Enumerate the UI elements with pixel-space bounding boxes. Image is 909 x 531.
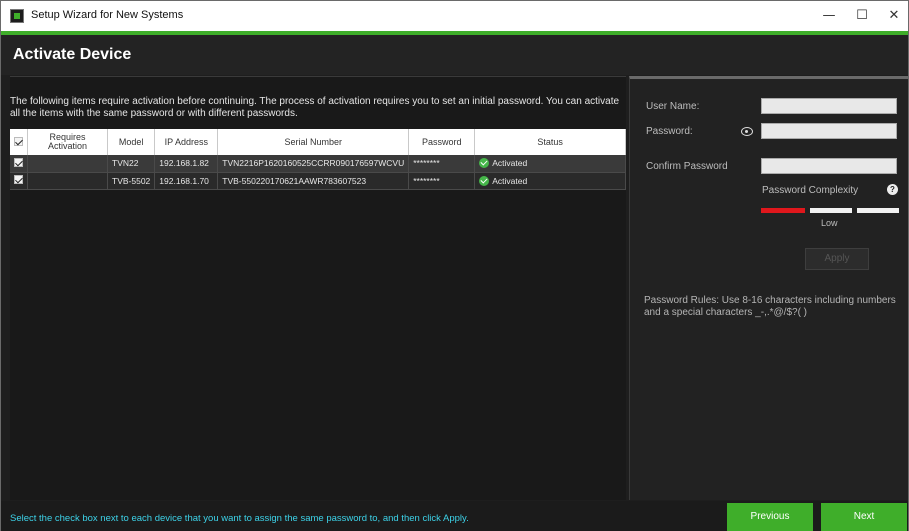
page-header: Activate Device	[1, 35, 908, 75]
status-text: Activated	[492, 175, 528, 186]
requires-activation-cell	[27, 155, 108, 173]
row-checkbox[interactable]	[14, 157, 23, 167]
row-checkbox-cell[interactable]	[10, 155, 28, 173]
confirm-password-label: Confirm Password	[646, 161, 728, 172]
status-text: Activated	[492, 158, 528, 169]
password-complexity-label: Password Complexity	[762, 185, 859, 196]
column-header[interactable]: Status	[474, 129, 626, 155]
column-header[interactable]: Serial Number	[217, 129, 410, 155]
password-label: Password:	[646, 126, 693, 137]
status-cell: Activated	[474, 155, 626, 173]
password-rules-text: Password Rules: Use 8-16 characters incl…	[644, 295, 896, 318]
previous-button[interactable]: Previous	[727, 503, 813, 531]
footer-hint: Select the check box next to each device…	[10, 513, 469, 524]
check-circle-icon	[479, 158, 490, 169]
apply-button[interactable]: Apply	[805, 248, 869, 270]
requires-activation-cell	[27, 172, 108, 190]
next-button[interactable]: Next	[821, 503, 907, 531]
column-header[interactable]: Model	[107, 129, 156, 155]
complexity-value: Low	[821, 218, 838, 228]
table-row[interactable]: TVB-5502 192.168.1.70 TVB-550220170621AA…	[10, 172, 626, 190]
username-field[interactable]	[761, 98, 897, 114]
model-cell: TVB-5502	[107, 172, 156, 190]
password-field[interactable]	[761, 123, 897, 139]
serial-cell: TVN2216P1620160525CCRR090176597WCVU	[217, 155, 410, 173]
window-title: Setup Wizard for New Systems	[31, 9, 184, 21]
page-title: Activate Device	[13, 46, 132, 63]
ip-cell: 192.168.1.82	[154, 155, 219, 173]
ip-cell: 192.168.1.70	[154, 172, 219, 190]
select-all-header[interactable]	[10, 129, 28, 155]
status-cell: Activated	[474, 172, 626, 190]
confirm-password-field[interactable]	[761, 158, 897, 174]
row-checkbox-cell[interactable]	[10, 172, 28, 190]
model-cell: TVN22	[107, 155, 156, 173]
serial-cell: TVB-550220170621AAWR783607523	[217, 172, 410, 190]
check-circle-icon	[479, 175, 490, 186]
row-checkbox[interactable]	[14, 175, 23, 184]
eye-icon[interactable]	[741, 127, 753, 136]
password-cell[interactable]: ********	[408, 155, 476, 173]
complexity-bar-high	[857, 208, 899, 213]
device-table: Requires Activation Model IP Address Ser…	[10, 129, 626, 190]
table-row[interactable]: TVN22 192.168.1.82 TVN2216P1620160525CCR…	[10, 155, 626, 173]
complexity-bar-medium	[810, 208, 852, 213]
password-panel	[629, 76, 908, 500]
app-icon	[10, 9, 24, 23]
instructions-text: The following items require activation b…	[10, 96, 620, 119]
column-header[interactable]: Requires Activation	[27, 129, 108, 155]
password-cell[interactable]: ********	[408, 172, 476, 190]
close-button[interactable]: ✕	[883, 5, 905, 27]
help-icon[interactable]: ?	[887, 184, 898, 195]
maximize-button[interactable]: ☐	[851, 5, 873, 27]
column-header[interactable]: Password	[408, 129, 476, 155]
table-header-row: Requires Activation Model IP Address Ser…	[10, 129, 626, 155]
column-header[interactable]: IP Address	[154, 129, 219, 155]
complexity-bar-low	[761, 208, 805, 213]
setup-wizard-window: Setup Wizard for New Systems — ☐ ✕ Activ…	[0, 0, 909, 531]
select-all-checkbox[interactable]	[14, 136, 23, 146]
username-label: User Name:	[646, 101, 700, 112]
minimize-button[interactable]: —	[818, 5, 840, 27]
title-bar: Setup Wizard for New Systems — ☐ ✕	[1, 1, 908, 31]
